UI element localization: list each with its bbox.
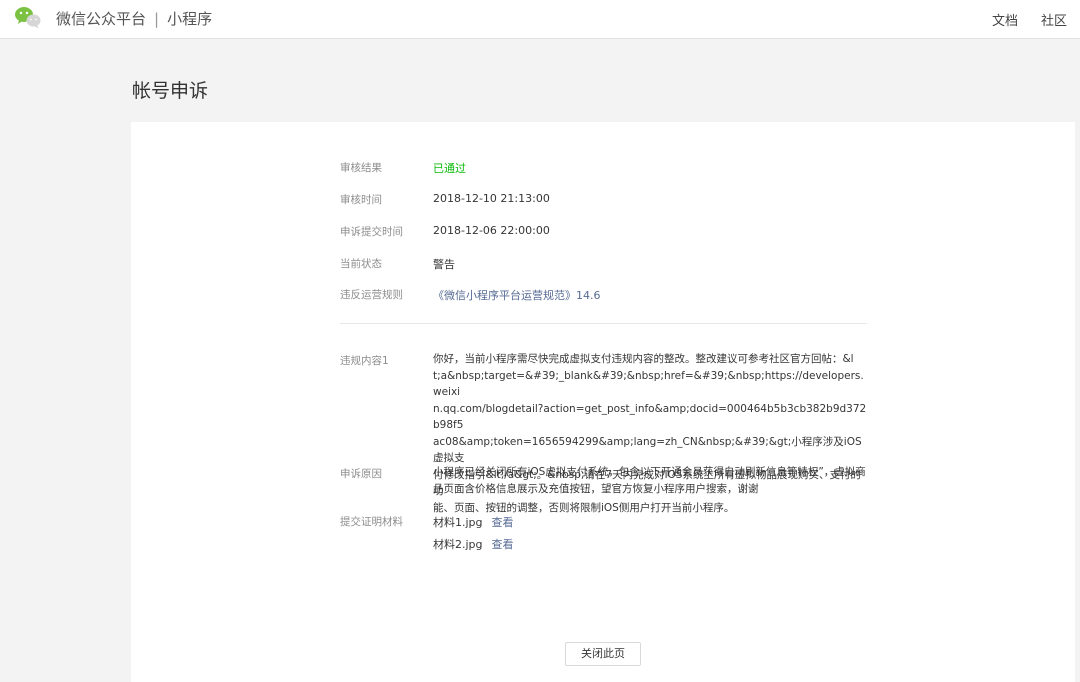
- submit-time-value: 2018-12-06 22:00:00: [433, 224, 550, 237]
- violation-line: n.qq.com/blogdetail?action=get_post_info…: [433, 402, 867, 432]
- section-divider: [340, 323, 867, 324]
- material-file-name: 材料1.jpg: [433, 516, 483, 529]
- violation-line: t;a&nbsp;target=&#39;_blank&#39;&nbsp;hr…: [433, 369, 864, 399]
- appeal-reason-label: 申诉原因: [340, 468, 382, 480]
- violation-line: ac08&amp;token=1656594299&amp;lang=zh_CN…: [433, 435, 862, 465]
- violated-rule-link[interactable]: 《微信小程序平台运营规范》14.6: [433, 287, 601, 303]
- platform-name: 微信公众平台: [56, 10, 147, 28]
- violation-line: 你好，当前小程序需尽快完成虚拟支付违规内容的整改。整改建议可参考社区官方回帖：&…: [433, 353, 854, 365]
- wechat-icon[interactable]: [14, 5, 42, 29]
- page-title: 帐号申诉: [132, 80, 209, 102]
- review-time-label: 审核时间: [340, 194, 382, 206]
- brand-separator: |: [154, 10, 160, 28]
- violation-content-label: 违规内容1: [340, 355, 389, 367]
- appeal-line: 小程序已经关闭所有iOS虚拟支付系统，包含以下开通会员获得自动刷新信息等特权”，…: [433, 466, 866, 478]
- section-name: 小程序: [167, 10, 213, 28]
- appeal-detail-panel: 审核结果 已通过 审核时间 2018-12-10 21:13:00 申诉提交时间…: [131, 122, 1075, 682]
- submit-time-label: 申诉提交时间: [340, 226, 403, 238]
- current-status-value: 警告: [433, 258, 455, 271]
- review-result-label: 审核结果: [340, 162, 382, 174]
- close-page-button[interactable]: 关闭此页: [565, 642, 641, 666]
- top-navigation-bar: 微信公众平台 | 小程序 文档 社区: [0, 0, 1080, 39]
- current-status-label: 当前状态: [340, 258, 382, 270]
- nav-docs-link[interactable]: 文档: [992, 10, 1018, 29]
- materials-label: 提交证明材料: [340, 516, 403, 528]
- review-result-value: 已通过: [433, 162, 466, 175]
- material-file-1: 材料1.jpg 查看: [433, 514, 514, 530]
- appeal-reason-text: 小程序已经关闭所有iOS虚拟支付系统，包含以下开通会员获得自动刷新信息等特权”，…: [433, 464, 869, 497]
- material-file-2: 材料2.jpg 查看: [433, 536, 514, 552]
- material-file-name: 材料2.jpg: [433, 538, 483, 551]
- brand-title[interactable]: 微信公众平台 | 小程序: [56, 8, 212, 29]
- view-material-2-link[interactable]: 查看: [492, 538, 514, 551]
- appeal-line: 品页面含价格信息展示及充值按钮，望官方恢复小程序用户搜索，谢谢: [433, 482, 759, 495]
- nav-community-link[interactable]: 社区: [1041, 10, 1067, 29]
- violated-rule-label: 违反运营规则: [340, 289, 403, 301]
- view-material-1-link[interactable]: 查看: [492, 516, 514, 529]
- review-time-value: 2018-12-10 21:13:00: [433, 192, 550, 205]
